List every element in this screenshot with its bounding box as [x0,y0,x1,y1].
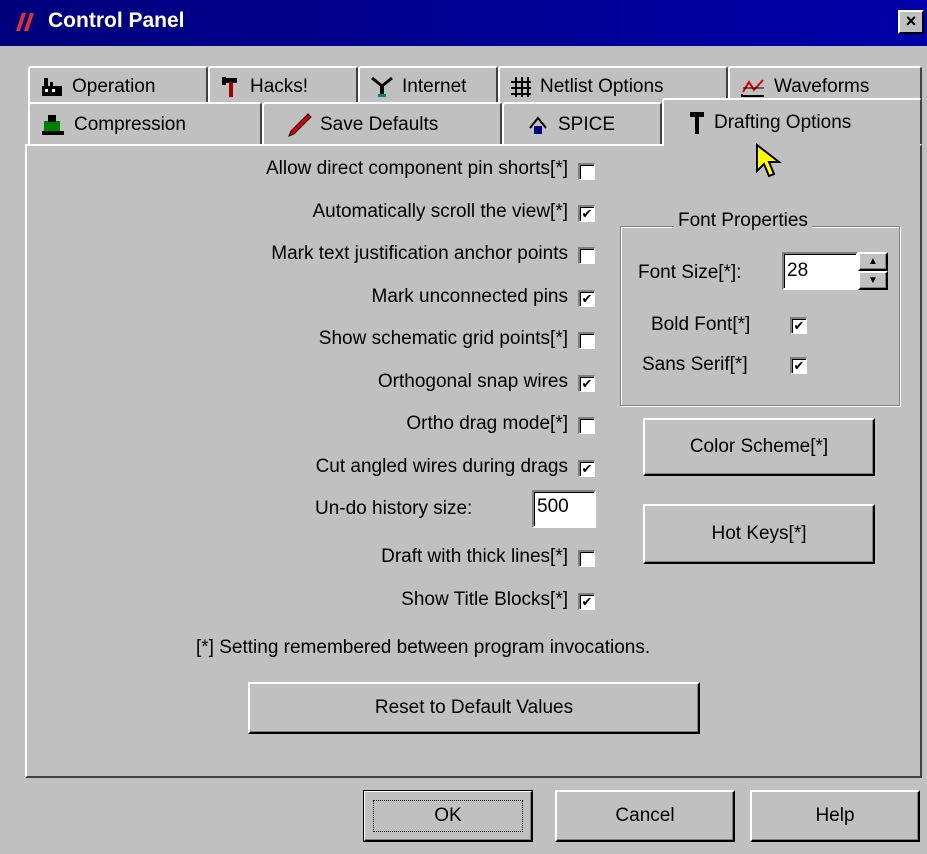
undo-history-input[interactable]: 500 [532,490,596,528]
spinner-up-arrow-icon[interactable]: ▲ [858,252,888,271]
compressor-icon [42,115,64,135]
checkbox-bold-font[interactable] [790,317,807,334]
tab-netlist-options-label: Netlist Options [540,76,664,97]
option-row: Show Title Blocks[*] [40,589,568,619]
hot-keys-button[interactable]: Hot Keys[*] [643,504,875,564]
pen-icon [288,113,312,137]
checkbox-orthogonal-snap[interactable] [578,375,595,392]
font-size-input[interactable]: 28 [782,252,858,290]
sans-serif-label: Sans Serif[*] [642,354,748,375]
option-row: Ortho drag mode[*] [40,413,568,443]
tab-waveforms-label: Waveforms [774,76,870,97]
grid-icon [511,77,531,97]
option-label: Draft with thick lines[*] [381,546,568,567]
option-label: Mark unconnected pins [371,286,568,307]
font-properties-title: Font Properties [674,210,812,232]
tab-internet-label: Internet [402,76,467,97]
tab-operation[interactable]: Operation [28,66,208,106]
bold-font-label: Bold Font[*] [651,314,751,335]
footnote-text: [*] Setting remembered between program i… [196,637,651,658]
option-row: Draft with thick lines[*] [40,546,568,576]
undo-history-label: Un-do history size: [315,498,473,519]
tab-compression[interactable]: Compression [28,102,262,146]
cancel-button[interactable]: Cancel [555,790,735,842]
tab-hacks-label: Hacks! [250,76,309,97]
option-row: Show schematic grid points[*] [40,328,568,358]
checkbox-ortho-drag[interactable] [578,417,595,434]
font-size-label: Font Size[*]: [638,262,742,283]
active-tab-joiner [664,144,920,147]
title-bar[interactable]: Control Panel × [0,0,927,46]
checkbox-show-grid-points[interactable] [578,332,595,349]
checkbox-sans-serif[interactable] [790,357,807,374]
ok-button-label: OK [373,800,523,832]
option-label: Automatically scroll the view[*] [312,201,568,222]
tab-spice[interactable]: SPICE [502,102,662,146]
factory-icon [42,78,62,96]
option-row: Allow direct component pin shorts[*] [40,158,568,188]
option-label: Cut angled wires during drags [315,456,568,477]
tab-spice-label: SPICE [558,114,616,135]
checkbox-allow-pin-shorts[interactable] [578,163,595,180]
tab-save-defaults[interactable]: Save Defaults [262,102,502,146]
checkbox-cut-angled-wires[interactable] [578,460,595,477]
option-row: Cut angled wires during drags [40,456,568,486]
option-row: Mark text justification anchor points [40,243,568,273]
checkbox-thick-lines[interactable] [578,550,595,567]
close-button[interactable]: × [898,10,924,34]
checkbox-auto-scroll[interactable] [578,205,595,222]
tab-hacks[interactable]: Hacks! [208,66,358,106]
mouse-pointer-icon [756,143,782,178]
antenna-icon [371,76,393,97]
app-logo-icon [16,13,34,31]
tab-drafting-options-label: Drafting Options [714,112,852,133]
checkbox-mark-anchor-points[interactable] [578,247,595,264]
font-size-spinner[interactable]: ▲ ▼ [858,252,888,290]
hammer-wrench-icon [222,77,237,97]
tab-save-defaults-label: Save Defaults [320,114,439,135]
option-label: Orthogonal snap wires [377,371,568,392]
color-scheme-button[interactable]: Color Scheme[*] [643,418,875,476]
option-label: Show Title Blocks[*] [401,589,568,610]
option-row: Orthogonal snap wires [40,371,568,401]
help-button[interactable]: Help [750,790,920,842]
tab-compression-label: Compression [74,114,186,135]
tab-operation-label: Operation [72,76,156,97]
ok-button[interactable]: OK [363,790,533,842]
checkbox-show-title-blocks[interactable] [578,593,595,610]
reset-defaults-button[interactable]: Reset to Default Values [248,682,700,734]
waveform-icon [741,79,764,97]
option-row: Mark unconnected pins [40,286,568,316]
spinner-down-arrow-icon[interactable]: ▼ [858,271,888,290]
tab-internet[interactable]: Internet [358,66,498,106]
option-row: Automatically scroll the view[*] [40,201,568,231]
tab-drafting-options[interactable]: Drafting Options [662,98,922,146]
probe-icon [529,116,547,134]
option-label: Allow direct component pin shorts[*] [265,158,568,179]
option-label: Ortho drag mode[*] [406,413,568,434]
pushpin-icon [690,112,704,134]
checkbox-mark-unconnected-pins[interactable] [578,290,595,307]
option-label: Show schematic grid points[*] [318,328,568,349]
window-title: Control Panel [48,9,185,32]
option-label: Mark text justification anchor points [271,243,568,264]
